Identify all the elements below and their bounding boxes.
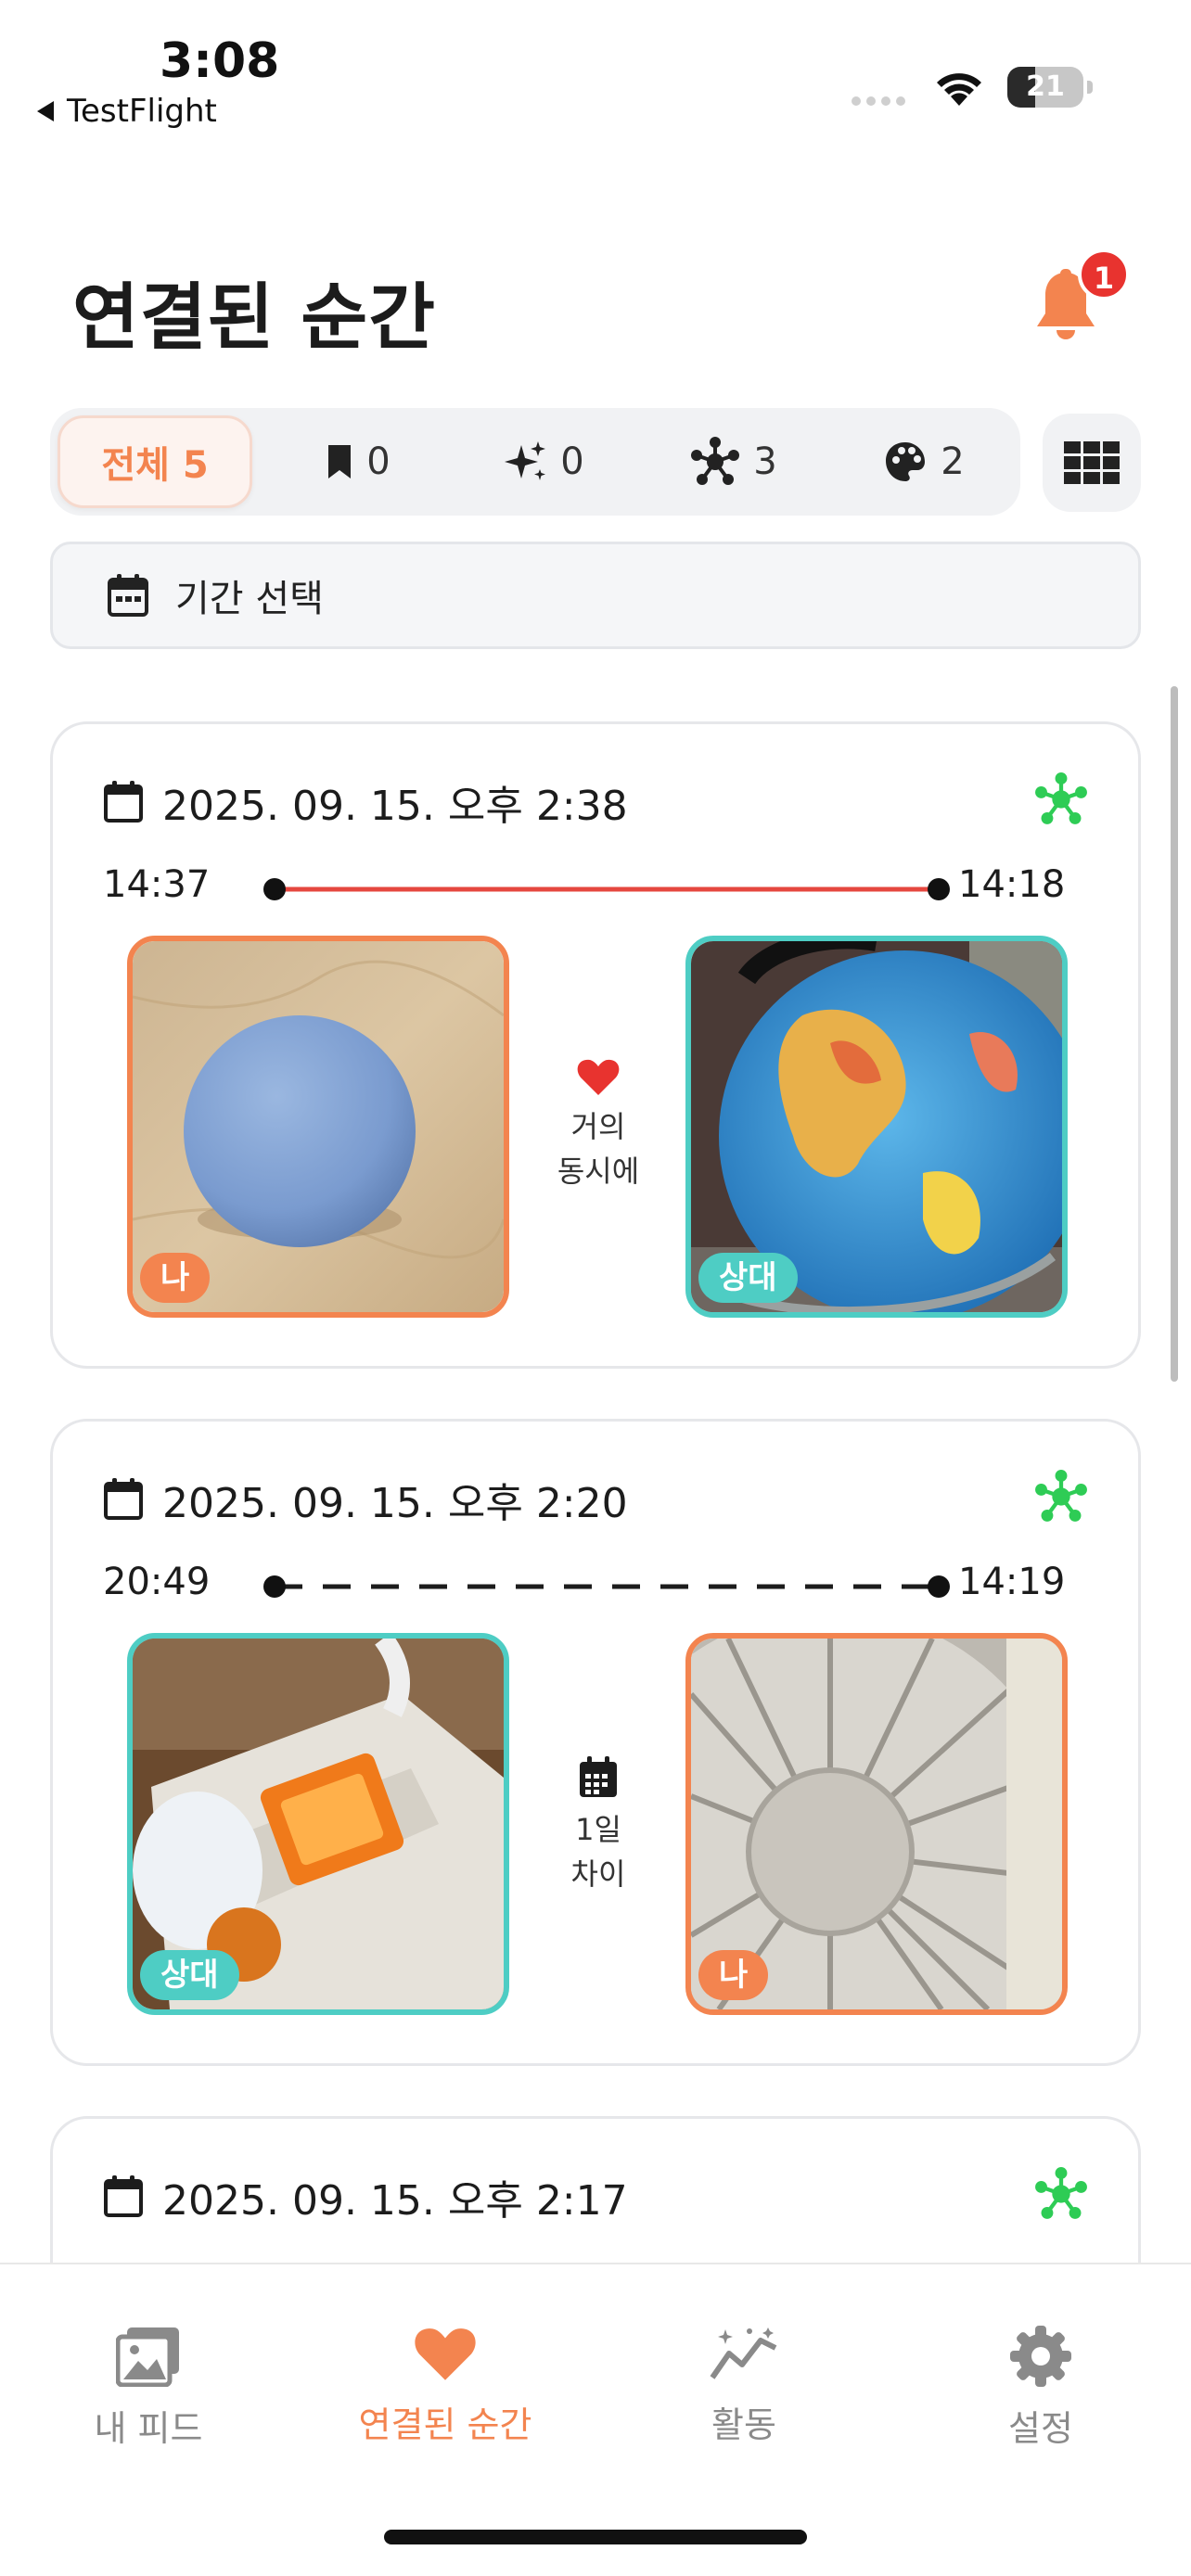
activity-chart-icon: [710, 2327, 777, 2379]
filter-bookmark-count: 0: [366, 440, 391, 483]
filter-network[interactable]: 3: [636, 415, 831, 508]
time-right: 14:18: [958, 863, 1066, 906]
grid-icon: [1064, 441, 1120, 484]
network-icon: [1035, 2167, 1087, 2219]
tab-settings[interactable]: 설정: [929, 2326, 1152, 2451]
gear-icon: [1010, 2326, 1071, 2387]
partner-photo[interactable]: 상대: [685, 936, 1068, 1318]
tab-settings-label: 설정: [1008, 2408, 1073, 2449]
filter-sparkle-count: 0: [560, 440, 584, 483]
filter-palette-count: 2: [941, 440, 965, 483]
filter-palette[interactable]: 2: [831, 415, 1017, 508]
photo-owner-tag: 나: [698, 1950, 769, 2000]
calendar-icon: [108, 574, 148, 617]
home-indicator[interactable]: [384, 2530, 807, 2544]
gap-text-line1: 1일: [575, 1812, 621, 1847]
time-gap-indicator: 1일 차이: [543, 1755, 654, 1896]
partner-photo[interactable]: 상대: [127, 1633, 509, 2015]
heart-icon: [577, 1059, 620, 1095]
card-date: 2025. 09. 15. 오후 2:20: [103, 1470, 628, 1529]
heart-icon: [415, 2328, 476, 2380]
calendar-icon: [104, 1478, 143, 1520]
bookmark-icon: [328, 445, 352, 478]
tab-connected-moments[interactable]: 연결된 순간: [334, 2326, 557, 2447]
time-right: 14:19: [958, 1561, 1066, 1603]
filter-sparkle[interactable]: 0: [451, 415, 636, 508]
calendar-icon: [104, 781, 143, 823]
photo-owner-tag: 나: [140, 1253, 211, 1303]
card-date-text: 2025. 09. 15. 오후 2:17: [162, 2177, 628, 2225]
time-left: 14:37: [103, 863, 211, 906]
page-title: 연결된 순간: [72, 276, 436, 360]
back-to-app-link[interactable]: TestFlight: [37, 93, 217, 130]
network-icon: [691, 437, 740, 485]
filter-network-count: 3: [753, 440, 777, 483]
card-date-text: 2025. 09. 15. 오후 2:20: [162, 1480, 628, 1527]
filter-bar: 전체 5 0 0 3 2: [50, 408, 1020, 516]
scrollbar[interactable]: [1171, 686, 1178, 1382]
moment-card[interactable]: 2025. 09. 15. 오후 2:20 20:49 14:19 상대 1일 …: [50, 1419, 1141, 2066]
card-date: 2025. 09. 15. 오후 2:17: [103, 2167, 628, 2226]
time-gap-indicator: 거의 동시에: [543, 1058, 654, 1193]
photo-gallery-icon: [116, 2327, 179, 2387]
palette-icon: [886, 442, 926, 481]
tab-activity-label: 활동: [711, 2404, 776, 2445]
card-date: 2025. 09. 15. 오후 2:38: [103, 772, 628, 832]
wifi-icon: [937, 73, 981, 106]
network-icon: [1035, 772, 1087, 824]
back-app-label: TestFlight: [67, 93, 217, 130]
time-left: 20:49: [103, 1561, 211, 1603]
my-photo[interactable]: 나: [127, 936, 509, 1318]
status-time: 3:08: [160, 33, 280, 89]
moment-card[interactable]: 2025. 09. 15. 오후 2:38 14:37 14:18 나 거의 동…: [50, 721, 1141, 1369]
cellular-signal-icon: [852, 96, 905, 106]
date-range-label: 기간 선택: [175, 578, 324, 620]
filter-bookmark[interactable]: 0: [265, 415, 451, 508]
battery-indicator: 21: [1007, 67, 1093, 108]
grid-view-button[interactable]: [1043, 414, 1141, 512]
card-date-text: 2025. 09. 15. 오후 2:38: [162, 783, 628, 830]
filter-all-label: 전체 5: [101, 444, 209, 487]
gap-text-line2: 동시에: [557, 1154, 640, 1189]
back-arrow-icon: [37, 101, 54, 121]
status-bar: 3:08 TestFlight 21: [0, 0, 1191, 139]
tab-activity[interactable]: 활동: [633, 2326, 855, 2447]
calendar-icon: [104, 2175, 143, 2217]
timeline-connector: [263, 1575, 950, 1598]
battery-level: 21: [1026, 70, 1065, 103]
calendar-icon: [580, 1756, 617, 1797]
filter-all[interactable]: 전체 5: [58, 415, 252, 508]
photo-owner-tag: 상대: [698, 1253, 798, 1303]
timeline-connector: [263, 878, 950, 900]
network-icon: [1035, 1470, 1087, 1522]
tab-connected-moments-label: 연결된 순간: [358, 2404, 532, 2445]
notification-badge: 1: [1078, 249, 1130, 300]
date-range-selector[interactable]: 기간 선택: [50, 542, 1141, 649]
gap-text-line1: 거의: [570, 1109, 626, 1144]
my-photo[interactable]: 나: [685, 1633, 1068, 2015]
photo-owner-tag: 상대: [140, 1950, 239, 2000]
sparkle-icon: [505, 441, 546, 480]
tab-my-feed[interactable]: 내 피드: [37, 2326, 260, 2451]
tab-my-feed-label: 내 피드: [94, 2408, 203, 2449]
gap-text-line2: 차이: [570, 1856, 626, 1892]
